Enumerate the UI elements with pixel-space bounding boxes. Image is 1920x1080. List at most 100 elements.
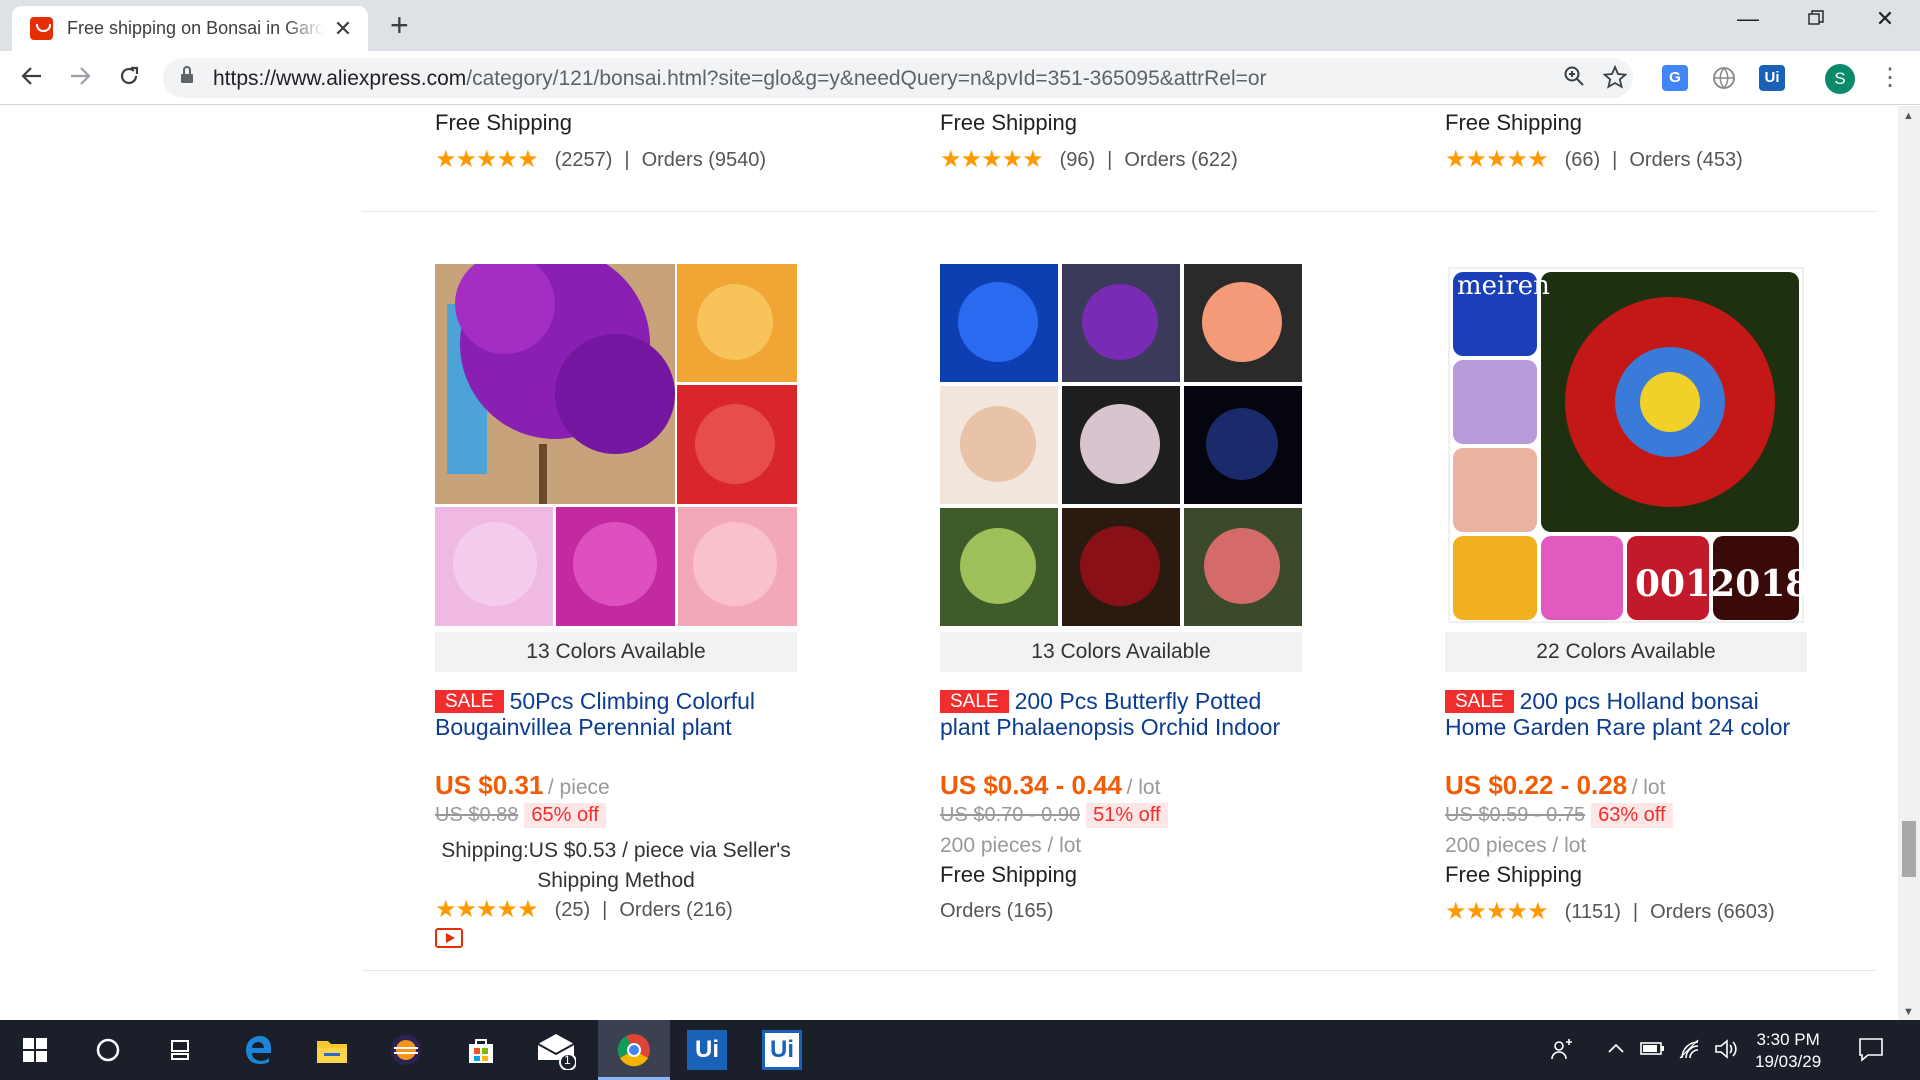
discount-badge: 51% off — [1086, 803, 1168, 828]
rating-orders: ★★★★★ (96) | Orders (622) — [940, 146, 1238, 173]
review-count[interactable]: (1151) — [1565, 901, 1621, 924]
back-arrow-icon[interactable] — [15, 61, 49, 95]
chrome-taskbar-icon[interactable] — [598, 1020, 670, 1080]
free-shipping-label: Free Shipping — [435, 110, 572, 135]
original-price: US $0.59 - 0.75 — [1445, 804, 1586, 826]
cortana-search-icon[interactable] — [88, 1030, 128, 1070]
colors-available[interactable]: 22 Colors Available — [1445, 632, 1807, 672]
tab-close-icon[interactable]: ✕ — [332, 17, 354, 40]
google-translate-icon[interactable]: G — [1662, 65, 1688, 91]
system-clock[interactable]: 3:30 PM 19/03/29 — [1755, 1029, 1821, 1073]
zoom-icon[interactable] — [1563, 65, 1585, 94]
product-card-top-3[interactable]: Free Shipping ★★★★★ (66) | Orders (453) — [1445, 110, 1807, 172]
sale-badge: SALE — [1445, 690, 1514, 713]
lot-size: 200 pieces / lot — [940, 834, 1082, 857]
review-count[interactable]: (2257) — [555, 149, 613, 172]
mail-icon[interactable]: 1 — [536, 1030, 576, 1070]
edge-browser-icon[interactable] — [238, 1030, 278, 1070]
free-shipping-label: Free Shipping — [1445, 110, 1582, 135]
colors-available[interactable]: 13 Colors Available — [435, 632, 797, 672]
order-count: Orders (622) — [1124, 148, 1238, 171]
reload-icon[interactable] — [112, 61, 146, 95]
microsoft-store-icon[interactable] — [461, 1030, 501, 1070]
star-rating-icon: ★★★★★ — [1445, 898, 1549, 925]
product-card-top-2[interactable]: Free Shipping ★★★★★ (96) | Orders (622) — [940, 110, 1302, 172]
order-count: Orders (6603) — [1650, 900, 1775, 923]
bookmark-star-icon[interactable] — [1602, 64, 1628, 96]
order-count: Orders (9540) — [641, 148, 767, 171]
original-price-row: US $0.88 65% off — [435, 803, 797, 828]
price-unit: / lot — [1631, 776, 1666, 799]
address-bar[interactable]: https://www.aliexpress.com/category/121/… — [163, 58, 1633, 98]
close-window-icon[interactable]: ✕ — [1865, 6, 1905, 32]
price-unit: / lot — [1126, 776, 1161, 799]
eclipse-icon[interactable] — [386, 1030, 426, 1070]
profile-avatar[interactable]: S — [1825, 64, 1855, 94]
product-card-rose[interactable]: meiren 0012018 22 Colors Available SALE 2… — [1445, 264, 1807, 924]
minimize-icon[interactable]: — — [1728, 6, 1768, 32]
globe-extension-icon[interactable] — [1711, 65, 1737, 91]
new-tab-button[interactable]: + — [390, 8, 409, 42]
price: US $0.34 - 0.44 — [940, 770, 1123, 800]
people-icon[interactable] — [1550, 1038, 1574, 1068]
browser-tab-active[interactable]: Free shipping on Bonsai in Garden ✕ — [12, 6, 368, 51]
order-count: Orders (453) — [1629, 148, 1743, 171]
url-text[interactable]: https://www.aliexpress.com/category/121/… — [213, 67, 1267, 91]
task-view-icon[interactable] — [160, 1030, 200, 1070]
toolbar: https://www.aliexpress.com/category/121/… — [0, 51, 1920, 105]
product-image[interactable]: meiren 0012018 — [1445, 264, 1807, 626]
action-center-icon[interactable] — [1858, 1036, 1884, 1068]
product-title-link[interactable]: SALE 200 pcs Holland bonsai Home Garden R… — [1445, 688, 1807, 742]
uipath-studio-icon[interactable]: Ui — [687, 1030, 727, 1070]
product-image[interactable] — [435, 264, 797, 626]
windows-taskbar: 1 Ui Ui 3:30 PM 19/03/29 — [0, 1020, 1920, 1080]
product-card-bougainvillea[interactable]: 13 Colors Available SALE 50Pcs Climbing C… — [435, 264, 797, 948]
uipath-robot-icon[interactable]: Ui — [762, 1030, 802, 1070]
review-count[interactable]: (25) — [555, 899, 591, 922]
chrome-menu-icon[interactable]: ⋮ — [1878, 63, 1902, 93]
price-unit: / piece — [547, 776, 610, 799]
file-explorer-icon[interactable] — [312, 1030, 352, 1070]
lock-icon — [181, 66, 193, 84]
free-shipping-label: Free Shipping — [940, 862, 1077, 887]
tray-chevron-up-icon[interactable] — [1606, 1038, 1626, 1064]
sale-badge: SALE — [435, 690, 504, 713]
row-divider — [362, 211, 1876, 212]
tab-title: Free shipping on Bonsai in Garden — [67, 18, 324, 38]
video-icon[interactable] — [435, 928, 463, 948]
product-card-orchid[interactable]: 13 Colors Available SALE 200 Pcs Butterfl… — [940, 264, 1302, 923]
uipath-extension-icon[interactable]: Ui — [1759, 65, 1785, 91]
clock-date: 19/03/29 — [1755, 1052, 1822, 1071]
discount-badge: 65% off — [524, 803, 606, 828]
scroll-down-arrow-icon[interactable]: ▼ — [1903, 1006, 1914, 1018]
scroll-up-arrow-icon[interactable]: ▲ — [1903, 110, 1914, 122]
colors-available[interactable]: 13 Colors Available — [940, 632, 1302, 672]
shipping-info: Shipping:US $0.53 / piece via Seller's S… — [441, 839, 791, 892]
product-image[interactable] — [940, 264, 1302, 626]
rating-orders: ★★★★★ (66) | Orders (453) — [1445, 146, 1743, 173]
scroll-thumb[interactable] — [1902, 821, 1916, 877]
tab-strip: Free shipping on Bonsai in Garden ✕ + — … — [0, 0, 1920, 51]
free-shipping-label: Free Shipping — [1445, 862, 1582, 887]
page-viewport: Free Shipping ★★★★★ (2257) | Orders (954… — [0, 106, 1898, 1020]
battery-icon[interactable] — [1640, 1038, 1666, 1064]
forward-arrow-icon[interactable] — [63, 61, 97, 95]
windows-start-icon[interactable] — [15, 1030, 55, 1070]
original-price: US $0.88 — [435, 804, 519, 826]
star-rating-icon: ★★★★★ — [435, 146, 539, 173]
original-price-row: US $0.70 - 0.90 51% off — [940, 803, 1302, 828]
restore-icon[interactable] — [1796, 6, 1836, 32]
product-title-link[interactable]: SALE 50Pcs Climbing Colorful Bougainville… — [435, 688, 797, 742]
product-title-link[interactable]: SALE 200 Pcs Butterfly Potted plant Phala… — [940, 688, 1302, 742]
volume-icon[interactable] — [1714, 1038, 1738, 1066]
image-brand-text: meiren — [1457, 271, 1550, 301]
discount-badge: 63% off — [1591, 803, 1673, 828]
review-count[interactable]: (66) — [1565, 149, 1601, 172]
review-count[interactable]: (96) — [1060, 149, 1096, 172]
wifi-icon[interactable] — [1678, 1038, 1702, 1066]
product-card-top-1[interactable]: Free Shipping ★★★★★ (2257) | Orders (954… — [435, 110, 797, 172]
star-rating-icon: ★★★★★ — [940, 146, 1044, 173]
order-count: Orders (165) — [940, 900, 1054, 922]
clock-time: 3:30 PM — [1756, 1030, 1820, 1049]
vertical-scrollbar[interactable]: ▲ ▼ — [1898, 106, 1920, 1020]
